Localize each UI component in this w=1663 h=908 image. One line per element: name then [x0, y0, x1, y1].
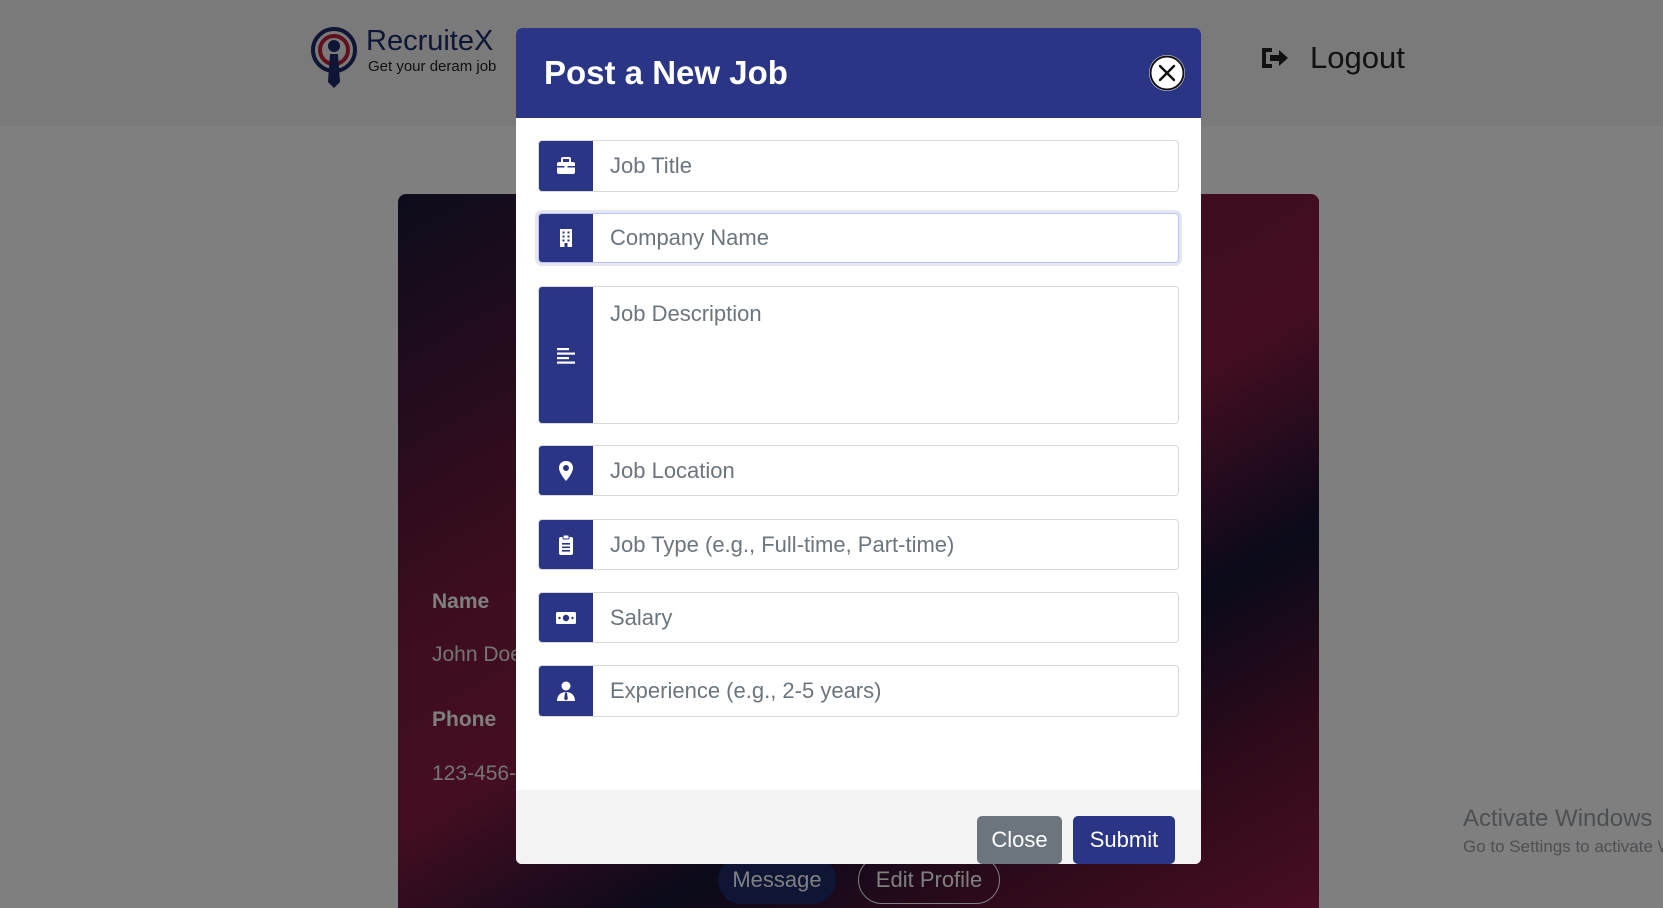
salary-input[interactable] — [593, 593, 1178, 642]
briefcase-icon — [539, 141, 593, 191]
modal-title: Post a New Job — [544, 54, 788, 91]
building-icon — [539, 214, 593, 262]
modal-footer: Close Submit — [516, 790, 1201, 864]
job-title-input[interactable] — [593, 141, 1178, 191]
job-type-field — [538, 519, 1179, 570]
close-x-button[interactable] — [1149, 55, 1185, 91]
job-type-input[interactable] — [593, 520, 1178, 569]
company-name-input[interactable] — [593, 214, 1178, 262]
close-icon — [1149, 55, 1185, 91]
company-name-field — [538, 213, 1179, 263]
clipboard-icon — [539, 520, 593, 569]
experience-field — [538, 665, 1179, 717]
job-location-field — [538, 445, 1179, 496]
job-title-field — [538, 140, 1179, 192]
map-pin-icon — [539, 446, 593, 495]
job-location-input[interactable] — [593, 446, 1178, 495]
align-left-icon — [539, 287, 593, 423]
modal-header: Post a New Job — [516, 28, 1201, 118]
submit-button[interactable]: Submit — [1073, 816, 1175, 864]
user-tie-icon — [539, 666, 593, 716]
job-description-textarea[interactable] — [593, 287, 1178, 423]
close-button[interactable]: Close — [977, 816, 1062, 864]
modal-body — [516, 118, 1201, 790]
job-description-field — [538, 286, 1179, 424]
post-job-modal: Post a New Job Job Title Company Name Jo… — [516, 28, 1201, 864]
money-bill-icon — [539, 593, 593, 642]
salary-field — [538, 592, 1179, 643]
experience-input[interactable] — [593, 666, 1178, 716]
